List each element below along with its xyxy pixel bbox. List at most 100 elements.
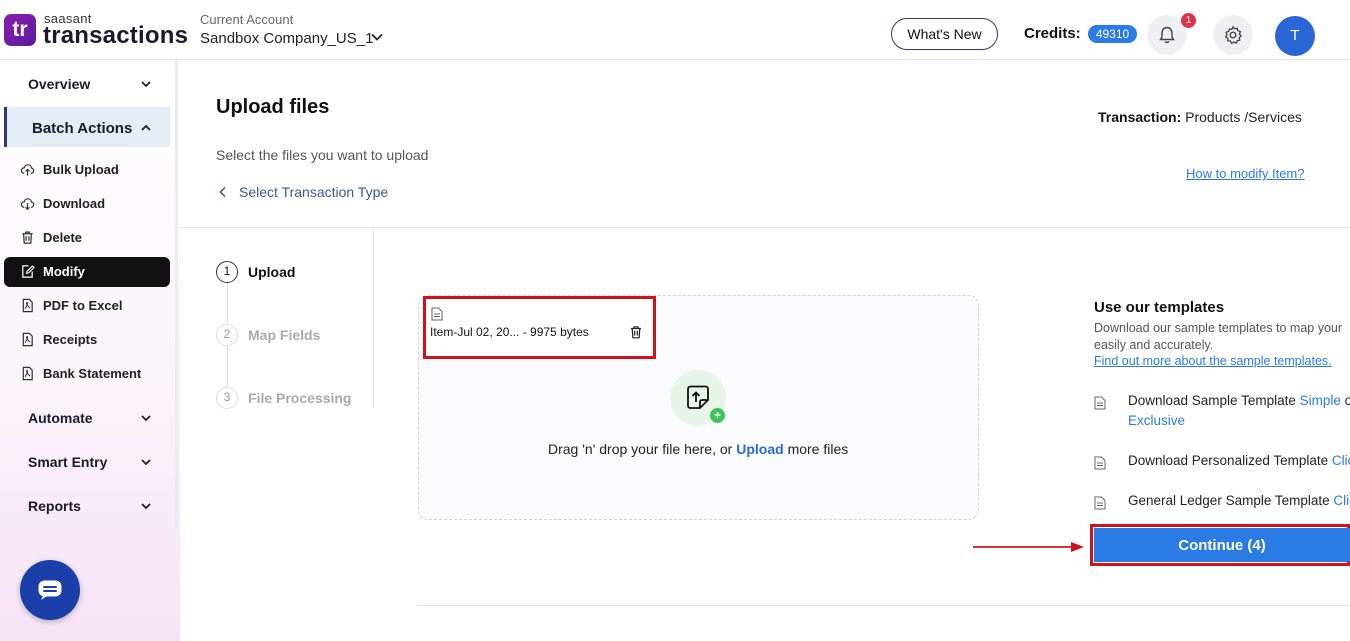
step-3-indicator: 3 bbox=[216, 387, 238, 409]
step-connector bbox=[227, 282, 228, 326]
arrow-right-icon bbox=[973, 542, 1084, 552]
settings-button[interactable] bbox=[1213, 15, 1253, 55]
template-row-text: Download Personalized Template bbox=[1128, 453, 1329, 468]
bottom-divider bbox=[418, 605, 1350, 606]
chat-button[interactable] bbox=[20, 560, 80, 620]
delete-file-icon[interactable] bbox=[629, 325, 643, 339]
account-label: Current Account bbox=[200, 12, 294, 27]
template-row-personalized: Download Personalized Template Click bbox=[1094, 453, 1350, 473]
sidebar-item-smart-entry[interactable]: Smart Entry bbox=[28, 454, 107, 470]
chevron-left-icon bbox=[219, 186, 226, 198]
templates-description: Download our sample templates to map you… bbox=[1094, 320, 1350, 354]
step-connector bbox=[227, 346, 228, 388]
templates-desc-line-2: easily and accurately. bbox=[1094, 338, 1214, 352]
sidebar-scrollbar[interactable] bbox=[175, 60, 178, 530]
sidebar-item-overview[interactable]: Overview bbox=[28, 76, 90, 92]
avatar[interactable]: T bbox=[1275, 16, 1315, 56]
bell-icon bbox=[1159, 26, 1175, 44]
how-to-modify-link[interactable]: How to modify Item? bbox=[1186, 166, 1305, 181]
document-icon bbox=[1094, 396, 1106, 410]
transaction-info: Transaction: Products /Services bbox=[1098, 109, 1302, 125]
sidebar-item-label: PDF to Excel bbox=[43, 298, 123, 313]
document-icon bbox=[1094, 496, 1106, 510]
general-ledger-template-link[interactable]: Click bbox=[1333, 493, 1350, 508]
chevron-down-icon[interactable] bbox=[140, 412, 152, 424]
continue-button[interactable]: Continue (4) bbox=[1094, 528, 1350, 562]
sidebar-item-pdf-to-excel[interactable]: PDF to Excel bbox=[20, 298, 122, 313]
transaction-label: Transaction: bbox=[1098, 109, 1182, 125]
sidebar-item-delete[interactable]: Delete bbox=[20, 230, 82, 245]
notification-badge: 1 bbox=[1181, 13, 1196, 28]
chevron-down-icon[interactable] bbox=[140, 456, 152, 468]
cloud-download-icon bbox=[20, 198, 35, 211]
logo-mark[interactable]: tr bbox=[4, 14, 36, 46]
sidebar-item-bulk-upload[interactable]: Bulk Upload bbox=[20, 162, 119, 177]
account-selector[interactable]: Sandbox Company_US_1 bbox=[200, 30, 373, 47]
chat-icon bbox=[38, 580, 62, 600]
template-row-sample: Download Sample Template Simple or Exclu… bbox=[1094, 393, 1350, 433]
sidebar-item-modify[interactable]: Modify bbox=[20, 264, 85, 279]
dropzone-instructions: Drag 'n' drop your file here, or Upload … bbox=[548, 441, 848, 457]
select-transaction-type-link[interactable]: Select Transaction Type bbox=[218, 184, 388, 200]
credits-badge: 49310 bbox=[1088, 25, 1137, 43]
bank-statement-icon bbox=[22, 366, 33, 381]
transaction-value: Products /Services bbox=[1185, 109, 1302, 125]
template-row-text: Download Sample Template bbox=[1128, 393, 1296, 408]
sidebar-item-batch-actions[interactable]: Batch Actions bbox=[32, 120, 132, 137]
templates-desc-line-1: Download our sample templates to map you… bbox=[1094, 321, 1343, 335]
template-row-label: Download Personalized Template Click bbox=[1128, 453, 1350, 468]
step-1-label: Upload bbox=[248, 264, 296, 280]
sidebar-item-receipts[interactable]: Receipts bbox=[20, 332, 97, 347]
sidebar bbox=[0, 60, 180, 641]
sidebar-item-download[interactable]: Download bbox=[20, 196, 105, 211]
step-2-label: Map Fields bbox=[248, 327, 321, 343]
steps-divider bbox=[373, 228, 374, 408]
file-upload-icon bbox=[687, 385, 709, 409]
step-1-indicator: 1 bbox=[216, 261, 238, 283]
gear-icon bbox=[1224, 26, 1242, 45]
simple-template-link[interactable]: Simple bbox=[1300, 393, 1341, 408]
chevron-down-icon[interactable] bbox=[140, 78, 152, 90]
chevron-down-icon[interactable] bbox=[140, 500, 152, 512]
templates-title: Use our templates bbox=[1094, 299, 1225, 316]
plus-icon: + bbox=[710, 408, 725, 423]
template-row-general-ledger: General Ledger Sample Template Click bbox=[1094, 493, 1350, 513]
drop-text-suffix: more files bbox=[787, 441, 849, 457]
sidebar-item-label: Delete bbox=[43, 230, 83, 245]
document-icon bbox=[1094, 456, 1106, 470]
brand-name[interactable]: transactions bbox=[43, 22, 188, 50]
uploaded-file-item: Item-Jul 02, 20... - 9975 bytes bbox=[423, 296, 656, 359]
sidebar-item-label: Bank Statement bbox=[43, 366, 142, 381]
drop-text-prefix: Drag 'n' drop your file here, or bbox=[548, 441, 733, 457]
personalized-template-link[interactable]: Click bbox=[1332, 453, 1350, 468]
edit-icon bbox=[22, 265, 35, 278]
chevron-down-icon[interactable] bbox=[370, 30, 384, 44]
cloud-upload-icon bbox=[20, 164, 35, 176]
header-divider bbox=[180, 227, 1350, 228]
sidebar-item-bank-statement[interactable]: Bank Statement bbox=[20, 366, 141, 381]
sidebar-item-automate[interactable]: Automate bbox=[28, 410, 93, 426]
trash-icon bbox=[22, 231, 33, 244]
exclusive-template-link[interactable]: Exclusive bbox=[1128, 413, 1185, 428]
sample-templates-link[interactable]: Find out more about the sample templates… bbox=[1094, 354, 1332, 368]
step-2-indicator: 2 bbox=[216, 324, 238, 346]
upload-link[interactable]: Upload bbox=[736, 441, 783, 457]
back-link-label: Select Transaction Type bbox=[239, 184, 389, 200]
sidebar-item-label: Download bbox=[43, 196, 106, 211]
top-bar: tr saasant transactions Current Account … bbox=[0, 0, 1350, 60]
template-row-or: or bbox=[1344, 393, 1350, 408]
template-row-label: General Ledger Sample Template Click bbox=[1128, 493, 1350, 508]
pdf-icon bbox=[22, 298, 33, 313]
chevron-up-icon[interactable] bbox=[140, 122, 152, 134]
sidebar-item-label: Receipts bbox=[43, 332, 98, 347]
page-subtitle: Select the files you want to upload bbox=[216, 147, 429, 163]
sidebar-item-reports[interactable]: Reports bbox=[28, 498, 81, 514]
uploaded-file-name: Item-Jul 02, 20... - 9975 bytes bbox=[430, 325, 589, 339]
sidebar-item-label: Modify bbox=[43, 264, 85, 279]
credits-label: Credits: bbox=[1024, 25, 1081, 42]
document-icon bbox=[431, 307, 443, 321]
sidebar-item-label: Bulk Upload bbox=[43, 162, 119, 177]
template-row-label: Download Sample Template Simple or bbox=[1128, 393, 1350, 408]
whats-new-button[interactable]: What's New bbox=[891, 18, 998, 50]
page-title: Upload files bbox=[216, 96, 330, 118]
